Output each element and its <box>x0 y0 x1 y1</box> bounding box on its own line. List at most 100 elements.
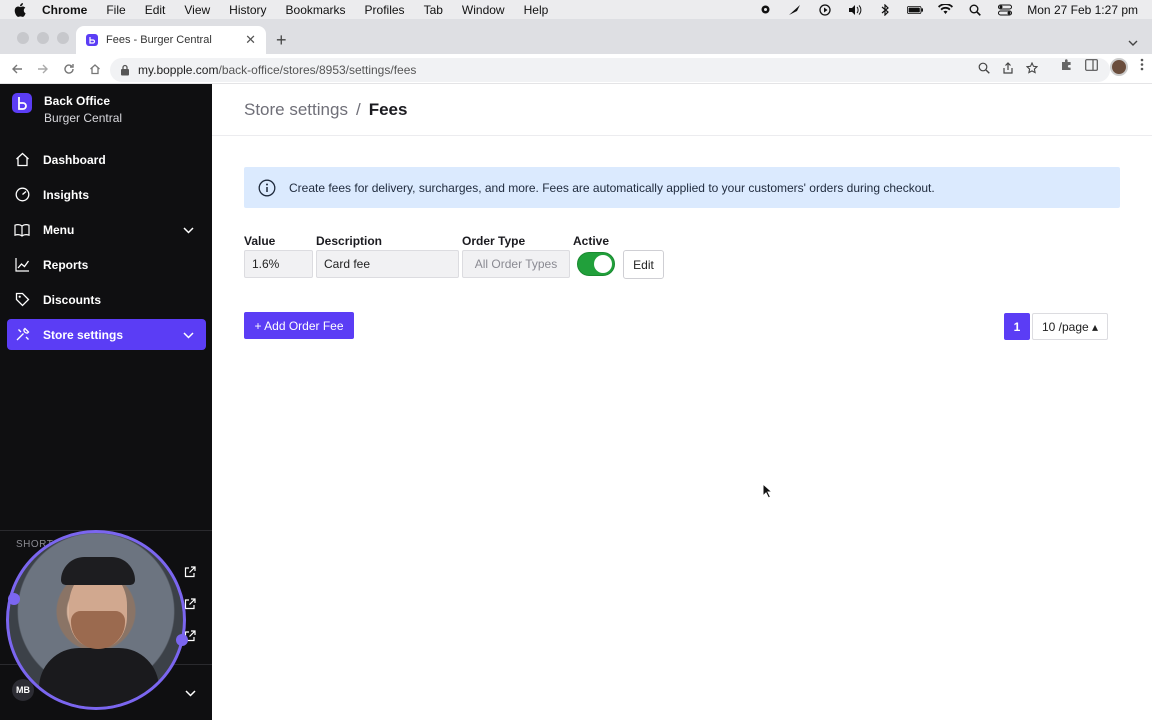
brand-title: Back Office <box>44 94 111 108</box>
sidebar-item-menu[interactable]: Menu <box>7 214 206 245</box>
back-arrow-icon[interactable] <box>4 56 30 82</box>
minimize-window-button[interactable] <box>37 32 49 44</box>
webcam-resize-handle[interactable] <box>8 593 20 605</box>
zoom-icon[interactable] <box>978 62 990 77</box>
info-banner: Create fees for delivery, surcharges, an… <box>244 167 1120 208</box>
sidebar-item-label: Discounts <box>43 292 102 307</box>
fee-order-type-field[interactable]: All Order Types <box>462 250 570 278</box>
new-tab-button[interactable]: + <box>276 31 287 49</box>
sidebar-item-reports[interactable]: Reports <box>7 249 206 280</box>
bopple-logo-icon <box>12 93 32 113</box>
page-header: Store settings / Fees <box>212 84 1152 136</box>
chart-line-icon <box>14 257 30 273</box>
home-icon <box>14 152 30 168</box>
webcam-overlay <box>6 530 186 710</box>
gear-status-icon[interactable] <box>757 4 773 16</box>
breadcrumb: Store settings / Fees <box>244 100 407 120</box>
external-link-icon <box>184 565 196 583</box>
tag-icon <box>14 292 30 308</box>
fee-value-field[interactable]: 1.6% <box>244 250 313 278</box>
menubar-datetime[interactable]: Mon 27 Feb 1:27 pm <box>1027 3 1138 17</box>
tab-title: Fees - Burger Central <box>106 34 212 46</box>
menu-profiles[interactable]: Profiles <box>365 3 405 17</box>
window-controls <box>17 32 69 44</box>
menu-history[interactable]: History <box>229 3 266 17</box>
browser-tabstrip: Fees - Burger Central ✕ + <box>0 19 1152 54</box>
zoom-window-button[interactable] <box>57 32 69 44</box>
menu-view[interactable]: View <box>184 3 210 17</box>
sidebar-item-label: Dashboard <box>43 152 106 167</box>
lock-icon <box>121 64 129 76</box>
column-value-label: Value <box>244 234 276 248</box>
sidebar-item-label: Insights <box>43 187 90 202</box>
sidebar-item-insights[interactable]: Insights <box>7 179 206 210</box>
fee-active-toggle[interactable] <box>577 252 615 276</box>
sidebar-item-label: Menu <box>43 222 75 237</box>
forward-arrow-icon[interactable] <box>30 56 56 82</box>
bookmark-star-icon[interactable] <box>1025 61 1039 77</box>
main-content: Store settings / Fees Create fees for deli… <box>212 84 1152 720</box>
tools-icon <box>14 327 30 343</box>
pagination: 1 10 /page ▴ <box>1004 313 1108 340</box>
chevron-down-icon <box>185 684 196 702</box>
mouse-cursor-icon <box>762 483 774 499</box>
external-link-icon <box>184 597 196 615</box>
sidebar-item-store-settings[interactable]: Store settings <box>7 319 206 350</box>
wifi-icon[interactable] <box>937 4 953 16</box>
feather-icon[interactable] <box>787 4 803 16</box>
info-text: Create fees for delivery, surcharges, an… <box>289 180 935 195</box>
book-icon <box>14 222 30 238</box>
profile-avatar[interactable] <box>1110 58 1128 76</box>
address-bar[interactable]: my.bopple.com/back-office/stores/8953/se… <box>110 58 1110 82</box>
tab-close-icon[interactable]: ✕ <box>245 32 256 48</box>
page-title: Fees <box>368 100 408 119</box>
spotlight-search-icon[interactable] <box>967 4 983 16</box>
menu-edit[interactable]: Edit <box>145 3 166 17</box>
chevron-down-icon <box>183 223 194 237</box>
toggle-knob <box>594 255 612 273</box>
close-window-button[interactable] <box>17 32 29 44</box>
edit-fee-button[interactable]: Edit <box>623 250 664 279</box>
menu-tab[interactable]: Tab <box>424 3 443 17</box>
side-panel-icon[interactable] <box>1085 58 1098 76</box>
play-icon[interactable] <box>817 3 833 16</box>
kebab-menu-icon[interactable] <box>1140 58 1144 76</box>
sidebar-nav: Dashboard Insights Menu Reports Discount… <box>7 144 206 354</box>
volume-icon[interactable] <box>847 4 863 16</box>
presenter-shirt <box>39 648 159 707</box>
extensions-puzzle-icon[interactable] <box>1060 58 1073 76</box>
sidebar-item-discounts[interactable]: Discounts <box>7 284 206 315</box>
chevron-down-icon <box>183 328 194 342</box>
control-center-icon[interactable] <box>997 4 1013 16</box>
menu-app-name[interactable]: Chrome <box>42 3 87 17</box>
share-icon[interactable] <box>1002 62 1014 77</box>
menu-bookmarks[interactable]: Bookmarks <box>286 3 346 17</box>
fee-description-field[interactable]: Card fee <box>316 250 459 278</box>
bluetooth-icon[interactable] <box>877 3 893 16</box>
page-1-button[interactable]: 1 <box>1004 313 1030 340</box>
url-text: my.bopple.com/back-office/stores/8953/se… <box>138 63 416 77</box>
menu-help[interactable]: Help <box>524 3 549 17</box>
column-order-type-label: Order Type <box>462 234 526 248</box>
add-order-fee-button[interactable]: + Add Order Fee <box>244 312 354 339</box>
battery-icon[interactable] <box>907 4 924 16</box>
menu-file[interactable]: File <box>106 3 125 17</box>
tab-search-chevron-icon[interactable] <box>1128 33 1138 51</box>
sidebar-item-label: Reports <box>43 257 89 272</box>
breadcrumb-separator: / <box>355 100 361 119</box>
url-domain: my.bopple.com <box>138 63 219 77</box>
page-size-select[interactable]: 10 /page ▴ <box>1032 313 1108 340</box>
webcam-resize-handle[interactable] <box>176 634 188 646</box>
browser-tab-active[interactable]: Fees - Burger Central ✕ <box>76 26 266 54</box>
breadcrumb-store-settings[interactable]: Store settings <box>244 100 348 119</box>
store-name: Burger Central <box>44 111 123 125</box>
brand[interactable]: Back Office Burger Central <box>12 93 122 127</box>
presenter-beard <box>71 611 125 649</box>
home-browser-icon[interactable] <box>82 56 108 82</box>
apple-icon[interactable] <box>14 2 28 17</box>
sidebar-item-dashboard[interactable]: Dashboard <box>7 144 206 175</box>
browser-toolbar: my.bopple.com/back-office/stores/8953/se… <box>0 54 1152 84</box>
info-icon <box>258 179 276 196</box>
menu-window[interactable]: Window <box>462 3 505 17</box>
reload-icon[interactable] <box>56 56 82 82</box>
